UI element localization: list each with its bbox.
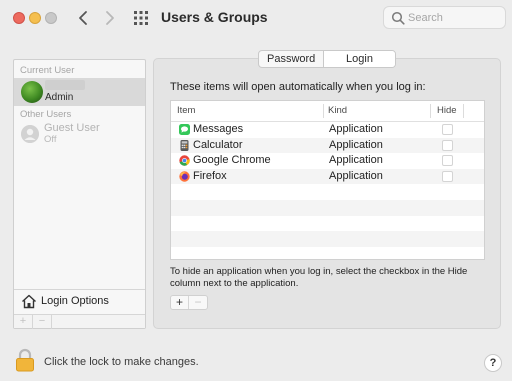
user-list-panel: Current User Admin Other Users Guest Use… bbox=[13, 59, 146, 329]
minimize-window-button[interactable] bbox=[29, 12, 41, 24]
app-name: Google Chrome bbox=[193, 154, 271, 167]
guest-user-status: Off bbox=[44, 134, 57, 145]
empty-row bbox=[171, 231, 484, 247]
guest-user-name: Guest User bbox=[44, 122, 100, 134]
login-items-intro: These items will open automatically when… bbox=[170, 81, 426, 93]
app-name: Firefox bbox=[193, 169, 227, 182]
guest-user-row[interactable]: Guest User Off bbox=[14, 120, 145, 146]
search-placeholder: Search bbox=[408, 12, 443, 24]
table-row[interactable]: Messages Application bbox=[171, 122, 484, 138]
column-divider bbox=[430, 104, 431, 118]
login-items-table: Item Kind Hide Messages Application Calc… bbox=[170, 100, 485, 260]
app-kind: Application bbox=[329, 169, 383, 182]
add-login-item-button[interactable]: + bbox=[171, 296, 189, 309]
current-user-header: Current User bbox=[20, 65, 75, 76]
remove-login-item-button[interactable]: − bbox=[189, 296, 207, 309]
empty-row bbox=[171, 200, 484, 216]
messages-icon bbox=[179, 124, 190, 135]
title-bar: Users & Groups Search bbox=[0, 0, 512, 36]
search-icon bbox=[391, 11, 405, 25]
user-list-controls: + − bbox=[14, 314, 145, 329]
app-name: Calculator bbox=[193, 138, 243, 151]
column-header-item[interactable]: Item bbox=[177, 101, 195, 121]
hide-checkbox[interactable] bbox=[442, 155, 453, 167]
app-kind: Application bbox=[329, 138, 383, 151]
empty-row bbox=[171, 216, 484, 232]
hide-instructions: To hide an application when you log in, … bbox=[170, 266, 468, 289]
app-kind: Application bbox=[329, 154, 383, 167]
lock-message[interactable]: Click the lock to make changes. bbox=[44, 356, 199, 368]
login-item-controls: + − bbox=[170, 295, 208, 310]
show-all-grid-icon[interactable] bbox=[133, 10, 149, 26]
firefox-icon bbox=[179, 171, 190, 182]
hide-checkbox[interactable] bbox=[442, 139, 453, 151]
app-name: Messages bbox=[193, 123, 244, 135]
zoom-window-button[interactable] bbox=[45, 12, 57, 24]
table-row[interactable]: Google Chrome Application bbox=[171, 153, 484, 169]
chrome-icon bbox=[179, 155, 190, 166]
search-field[interactable]: Search bbox=[383, 6, 506, 29]
empty-row bbox=[171, 184, 484, 200]
lock-icon[interactable] bbox=[15, 348, 35, 372]
tab-bar: Password Login Items bbox=[258, 50, 396, 68]
hide-checkbox[interactable] bbox=[442, 170, 453, 182]
tab-login-items[interactable]: Login Items bbox=[323, 51, 395, 67]
column-divider bbox=[463, 104, 464, 118]
back-arrow-icon[interactable] bbox=[76, 9, 90, 27]
current-user-row[interactable]: Admin bbox=[14, 78, 145, 106]
add-user-button[interactable]: + bbox=[14, 315, 33, 329]
guest-avatar-icon bbox=[21, 125, 39, 143]
empty-row bbox=[171, 247, 484, 259]
hide-checkbox[interactable] bbox=[442, 124, 453, 135]
other-users-header: Other Users bbox=[20, 109, 72, 120]
login-options-row[interactable]: Login Options bbox=[14, 289, 145, 314]
column-header-hide[interactable]: Hide bbox=[437, 101, 457, 121]
app-kind: Application bbox=[329, 123, 383, 135]
redacted-user-name bbox=[45, 80, 85, 90]
house-icon bbox=[22, 294, 36, 309]
calculator-icon bbox=[180, 139, 189, 151]
user-avatar bbox=[21, 81, 43, 103]
tab-password[interactable]: Password bbox=[259, 51, 323, 67]
remove-user-button[interactable]: − bbox=[33, 315, 52, 329]
table-row[interactable]: Calculator Application bbox=[171, 137, 484, 154]
login-options-label: Login Options bbox=[41, 295, 109, 307]
window-title: Users & Groups bbox=[161, 9, 268, 25]
table-row[interactable]: Firefox Application bbox=[171, 168, 484, 185]
user-role-label: Admin bbox=[45, 92, 74, 103]
forward-arrow-icon[interactable] bbox=[103, 9, 117, 27]
close-window-button[interactable] bbox=[13, 12, 25, 24]
column-divider bbox=[323, 104, 324, 118]
column-header-kind[interactable]: Kind bbox=[328, 101, 347, 121]
help-button[interactable]: ? bbox=[484, 354, 502, 372]
